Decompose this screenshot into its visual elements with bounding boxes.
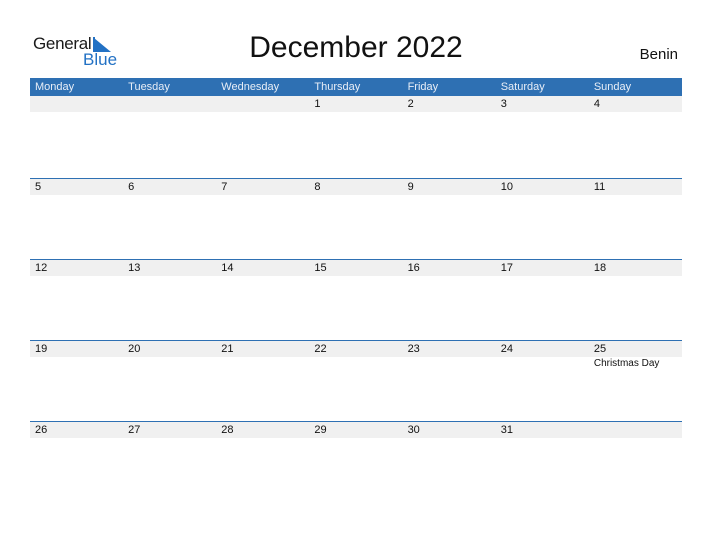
event-row	[30, 276, 682, 277]
week-row: 5 6 7 8 9 10 11	[30, 178, 682, 259]
day-number: 21	[221, 343, 234, 355]
day-event	[309, 357, 402, 369]
day-number: 2	[407, 98, 414, 110]
day-number: 23	[407, 343, 420, 355]
day-number: 9	[407, 181, 414, 193]
event-row	[30, 195, 682, 196]
day-number: 27	[128, 424, 141, 436]
week-row: 12 13 14 15 16 17 18	[30, 259, 682, 340]
day-number: 14	[221, 262, 234, 274]
day-event	[30, 276, 123, 277]
day-number: 6	[128, 181, 135, 193]
day-event	[589, 195, 682, 196]
day-event	[496, 438, 589, 439]
day-event	[403, 276, 496, 277]
day-event	[216, 357, 309, 369]
day-number: 16	[407, 262, 420, 274]
day-number: 13	[128, 262, 141, 274]
day-event	[403, 112, 496, 113]
day-number: 7	[221, 181, 228, 193]
weekday-header: Monday Tuesday Wednesday Thursday Friday…	[30, 78, 682, 96]
event-row	[30, 438, 682, 439]
weekday-monday: Monday	[35, 81, 75, 93]
day-event	[496, 357, 589, 369]
day-event	[30, 195, 123, 196]
weekday-sunday: Sunday	[593, 81, 632, 93]
day-number: 18	[593, 262, 607, 274]
day-event	[30, 112, 123, 113]
day-event	[123, 195, 216, 196]
day-event	[589, 276, 682, 277]
day-number: 22	[314, 343, 327, 355]
day-number: 25	[593, 343, 607, 355]
day-event	[123, 112, 216, 113]
day-number: 24	[500, 343, 513, 355]
event-row: Christmas Day	[30, 357, 682, 369]
day-number: 19	[35, 343, 48, 355]
day-event	[309, 195, 402, 196]
weekday-wednesday: Wednesday	[221, 81, 280, 93]
day-number: 3	[500, 98, 507, 110]
event-row	[30, 112, 682, 113]
day-event	[309, 112, 402, 113]
weeks-container: 1 2 3 4 5 6 7 8 9 10 11 12 13 14 15 16 17 18 19 20 21 22 23 24 2…	[30, 96, 682, 502]
day-number	[589, 422, 682, 438]
day-event	[496, 276, 589, 277]
weekday-saturday: Saturday	[500, 81, 545, 93]
day-event	[216, 438, 309, 439]
weekday-thursday: Thursday	[314, 81, 361, 93]
weekday-tuesday: Tuesday	[128, 81, 170, 93]
day-number: 20	[128, 343, 141, 355]
day-event	[403, 357, 496, 369]
day-event	[589, 438, 682, 439]
day-number-row: 5 6 7 8 9 10 11	[30, 178, 682, 195]
week-row: 1 2 3 4	[30, 96, 682, 178]
day-number: 8	[314, 181, 321, 193]
country-label: Benin	[639, 46, 678, 63]
day-number	[123, 96, 216, 112]
day-number: 17	[500, 262, 513, 274]
day-number: 15	[314, 262, 327, 274]
day-event	[496, 112, 589, 113]
day-number	[30, 96, 123, 112]
day-number: 5	[35, 181, 42, 193]
day-event	[216, 112, 309, 113]
day-number-row: 12 13 14 15 16 17 18	[30, 259, 682, 276]
day-event	[309, 276, 402, 277]
day-number: 31	[500, 424, 513, 436]
day-event	[403, 438, 496, 439]
day-number: 26	[35, 424, 48, 436]
day-event	[216, 195, 309, 196]
day-number: 28	[221, 424, 234, 436]
day-number: 12	[35, 262, 48, 274]
day-number: 29	[314, 424, 327, 436]
day-event	[30, 357, 123, 369]
day-event	[216, 276, 309, 277]
calendar-grid: Monday Tuesday Wednesday Thursday Friday…	[30, 78, 682, 502]
day-number-row: 1 2 3 4	[30, 96, 682, 112]
day-event	[309, 438, 402, 439]
day-number: 1	[314, 98, 321, 110]
week-row: 19 20 21 22 23 24 25 Christmas Day	[30, 340, 682, 421]
day-number-row: 26 27 28 29 30 31	[30, 421, 682, 438]
day-event	[123, 276, 216, 277]
day-number: 10	[500, 181, 513, 193]
day-event: Christmas Day	[593, 358, 660, 369]
day-number-row: 19 20 21 22 23 24 25	[30, 340, 682, 357]
day-event	[496, 195, 589, 196]
weekday-friday: Friday	[407, 81, 439, 93]
day-number: 11	[593, 181, 606, 193]
day-event	[589, 112, 682, 113]
day-number	[216, 96, 309, 112]
week-row: 26 27 28 29 30 31	[30, 421, 682, 502]
day-event	[123, 357, 216, 369]
calendar-title: December 2022	[249, 31, 463, 64]
day-event	[30, 438, 123, 439]
day-event	[123, 438, 216, 439]
day-number: 4	[593, 98, 600, 110]
day-number: 30	[407, 424, 420, 436]
day-event	[403, 195, 496, 196]
